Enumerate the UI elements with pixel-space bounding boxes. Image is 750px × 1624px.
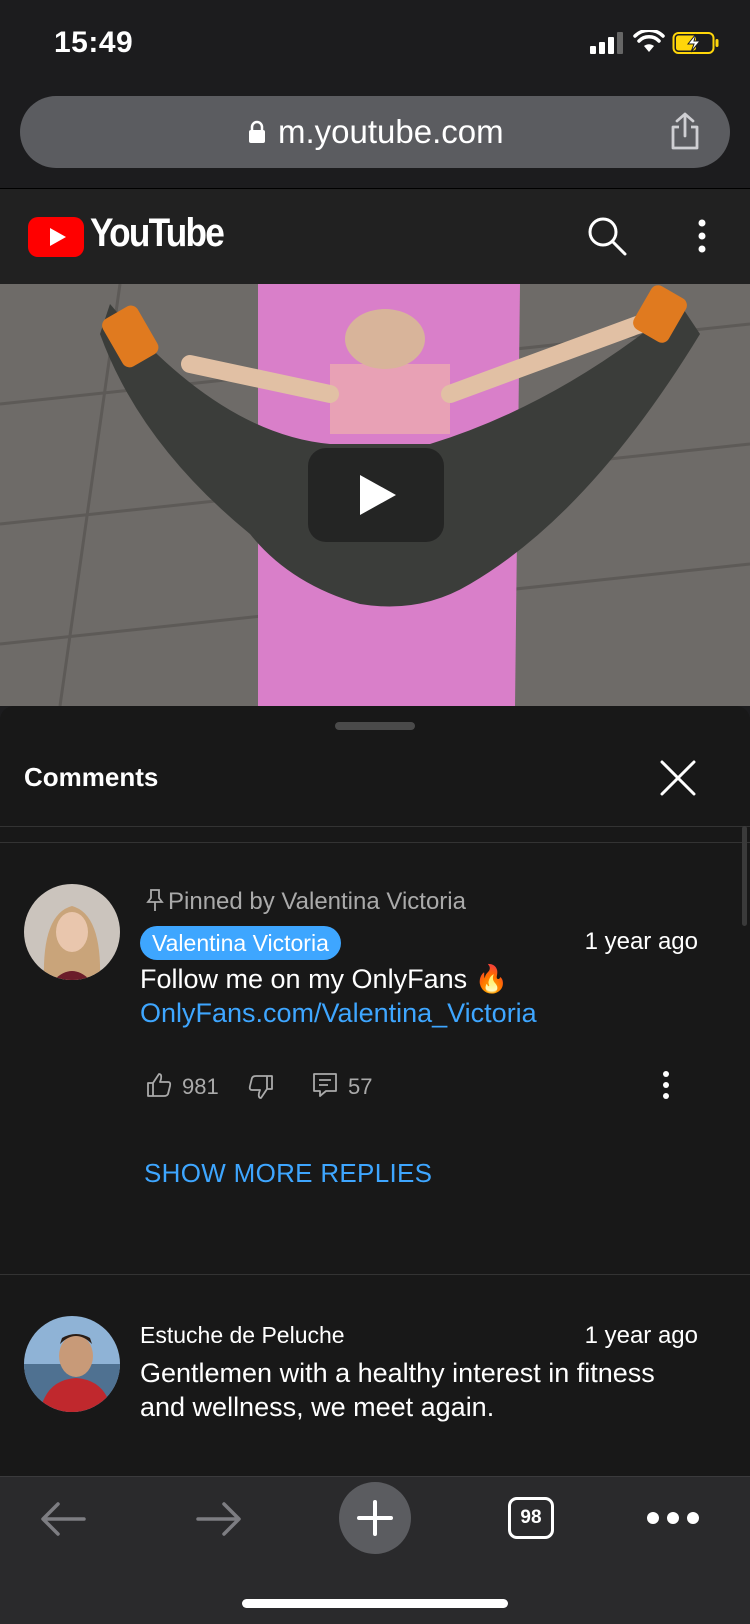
url-text: m.youtube.com [278, 113, 504, 150]
reply-icon[interactable] [312, 1072, 338, 1098]
status-bar: 15:49 [0, 0, 750, 90]
plus-icon [357, 1500, 393, 1536]
youtube-logo-icon[interactable] [28, 217, 84, 257]
comment-divider [0, 1274, 750, 1275]
share-icon[interactable] [668, 112, 702, 150]
scrollbar[interactable] [742, 826, 747, 926]
back-arrow-icon[interactable] [38, 1499, 88, 1539]
show-more-replies-button[interactable]: SHOW MORE REPLIES [144, 1158, 432, 1189]
forward-arrow-icon[interactable] [194, 1499, 244, 1539]
play-button[interactable] [308, 448, 444, 542]
comment-menu-icon[interactable] [662, 1070, 670, 1100]
lock-icon [249, 120, 265, 143]
avatar[interactable] [24, 884, 120, 980]
youtube-header: YouTube [0, 188, 750, 284]
search-icon[interactable] [586, 215, 628, 257]
drag-handle[interactable] [335, 722, 415, 730]
comment-timestamp: 1 year ago [584, 928, 698, 955]
wifi-icon [633, 30, 665, 52]
comment-link[interactable]: OnlyFans.com/Valentina_Victoria [140, 998, 537, 1029]
more-horizontal-icon[interactable] [646, 1511, 700, 1525]
comment-text: Gentlemen with a healthy interest in fit… [140, 1358, 655, 1422]
like-icon[interactable] [146, 1072, 172, 1098]
header-divider-2 [0, 842, 750, 843]
play-icon [360, 475, 396, 515]
comment-text: Follow me on my OnlyFans 🔥 [140, 964, 509, 994]
cellular-signal-icon [590, 32, 623, 54]
comment-timestamp: 1 year ago [584, 1322, 698, 1349]
pinned-label: Pinned by Valentina Victoria [146, 888, 466, 916]
close-icon[interactable] [656, 756, 700, 800]
youtube-logo-text[interactable]: YouTube [90, 211, 225, 256]
browser-toolbar: 98 [0, 1476, 750, 1624]
more-vert-icon[interactable] [690, 215, 714, 257]
dislike-icon[interactable] [248, 1074, 274, 1100]
avatar[interactable] [24, 1316, 120, 1412]
browser-url-area: m.youtube.com [0, 90, 750, 188]
pinned-text: Pinned by Valentina Victoria [168, 888, 466, 915]
tab-count-button[interactable]: 98 [508, 1497, 554, 1539]
comments-panel: Comments Pinned by Valentina Victoria Va… [0, 706, 750, 1476]
like-count: 981 [182, 1074, 219, 1099]
header-divider [0, 826, 750, 827]
video-player[interactable] [0, 284, 750, 706]
comment-author[interactable]: Estuche de Peluche [140, 1322, 345, 1349]
address-bar[interactable]: m.youtube.com [20, 96, 730, 168]
pin-icon [146, 889, 164, 911]
battery-charging-icon [672, 32, 719, 54]
comments-title: Comments [24, 762, 159, 792]
home-indicator[interactable] [242, 1599, 508, 1608]
status-time: 15:49 [54, 26, 134, 59]
new-tab-button[interactable] [339, 1482, 411, 1554]
author-badge[interactable]: Valentina Victoria [140, 926, 341, 960]
reply-count: 57 [348, 1074, 373, 1099]
